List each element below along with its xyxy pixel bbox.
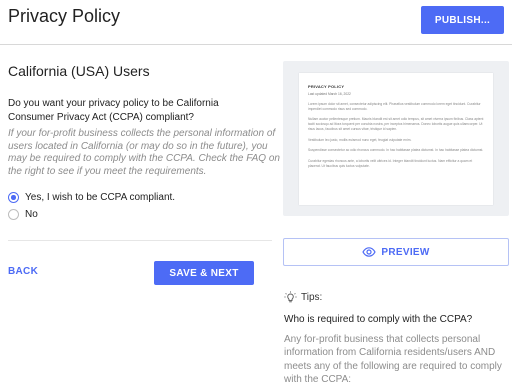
radio-button-unchecked[interactable] [8, 209, 19, 220]
page-title: Privacy Policy [8, 6, 121, 26]
lightbulb-icon [284, 291, 297, 303]
ccpa-question: Do you want your privacy policy to be Ca… [8, 98, 219, 123]
radio-option-yes[interactable]: Yes, I wish to be CCPA compliant. [8, 192, 175, 203]
radio-option-no[interactable]: No [8, 209, 38, 220]
tips-header: Tips: [284, 291, 322, 304]
preview-doc-updated: Last updated March 16, 2022 [308, 92, 351, 96]
preview-paragraph: Lorem ipsum dolor sit amet, consectetur … [308, 102, 481, 111]
ccpa-hint: If your for-profit business collects the… [8, 128, 280, 177]
back-button[interactable]: BACK [8, 266, 38, 277]
preview-button-label: PREVIEW [381, 246, 430, 258]
preview-paragraph: Curabitur egestas rhoncus ante, a lobort… [308, 158, 473, 168]
preview-paragraph: Suspendisse consectetur ac odio rhoncus … [308, 148, 484, 153]
preview-button[interactable]: PREVIEW [283, 238, 509, 266]
radio-label-no: No [25, 209, 38, 220]
preview-paragraph: Vestibulum leo justo, mollis euismod nun… [308, 137, 412, 142]
publish-button[interactable]: PUBLISH... [421, 6, 504, 34]
radio-button-checked[interactable] [8, 192, 19, 203]
eye-icon [362, 247, 377, 257]
page-header: Privacy Policy PUBLISH... [0, 0, 512, 44]
radio-label-yes: Yes, I wish to be CCPA compliant. [25, 192, 176, 203]
preview-doc-title: PRIVACY POLICY [308, 84, 345, 89]
policy-preview-thumbnail: PRIVACY POLICY Last updated March 16, 20… [283, 61, 509, 216]
preview-paragraph: Nullam auctor pellentesque pretium. Maur… [308, 117, 484, 131]
tips-label: Tips: [301, 292, 323, 303]
tips-answer: Any for-profit business that collects pe… [284, 334, 502, 385]
tips-question: Who is required to comply with the CCPA? [284, 314, 473, 325]
section-heading: California (USA) Users [8, 63, 150, 79]
preview-page: PRIVACY POLICY Last updated March 16, 20… [299, 73, 493, 205]
save-and-next-button[interactable]: SAVE & NEXT [154, 261, 254, 285]
header-divider [0, 44, 512, 45]
form-divider [8, 240, 272, 241]
